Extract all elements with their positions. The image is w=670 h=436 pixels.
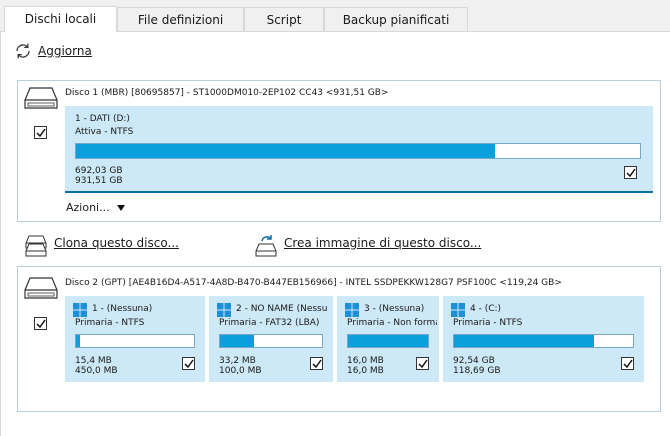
disk2-partition-4[interactable]: 4 - (C:) Primaria - NTFS 92,54 GB 118,69 GB [443, 296, 644, 382]
windows-icon [345, 302, 359, 317]
partition-title: 2 - NO NAME (Nessu [236, 304, 328, 314]
partition-total: 118,69 GB [453, 366, 501, 376]
partition-title: 1 - DATI (D:) [75, 114, 130, 124]
usage-bar [219, 334, 323, 348]
partition-subtitle: Primaria - Non forma [347, 318, 437, 328]
usage-bar-fill [454, 335, 594, 347]
partition-used: 692,03 GB [75, 166, 123, 176]
partition-subtitle: Primaria - NTFS [453, 318, 523, 328]
create-image-icon[interactable] [254, 234, 278, 258]
partition-total: 16,0 MB [347, 366, 384, 376]
clone-disk-link[interactable]: Clona questo disco... [54, 236, 179, 250]
usage-bar-fill [76, 335, 80, 347]
partition-checkbox[interactable] [182, 357, 195, 370]
disk2-checkbox[interactable] [34, 317, 47, 330]
partition-checkbox[interactable] [624, 166, 637, 179]
disk1-header: Disco 1 (MBR) [80695857] - ST1000DM010-2… [65, 88, 389, 98]
usage-bar-fill [348, 335, 428, 347]
windows-icon [73, 302, 87, 317]
partition-checkbox[interactable] [416, 357, 429, 370]
disk2-partition-3[interactable]: 3 - (Nessuna) Primaria - Non forma 16,0 MB… [337, 296, 439, 382]
partition-checkbox[interactable] [621, 357, 634, 370]
refresh-icon[interactable] [14, 42, 32, 60]
partition-title: 1 - (Nessuna) [92, 304, 153, 314]
hard-disk-icon [24, 86, 58, 110]
tab-bar: Dischi locali File definizioni Script Ba… [0, 0, 670, 32]
partition-total: 450,0 MB [75, 366, 118, 376]
create-image-link[interactable]: Crea immagine di questo disco... [284, 236, 481, 250]
tab-script[interactable]: Script [244, 7, 324, 31]
partition-underline [65, 191, 653, 193]
partition-subtitle: Primaria - NTFS [75, 318, 145, 328]
disk2-partition-1[interactable]: 1 - (Nessuna) Primaria - NTFS 15,4 MB 450,0… [65, 296, 205, 382]
partition-subtitle: Primaria - FAT32 (LBA) [219, 318, 320, 328]
usage-bar-fill [220, 335, 254, 347]
tab-dischi-locali[interactable]: Dischi locali [4, 6, 117, 32]
partition-subtitle: Attiva - NTFS [75, 127, 134, 137]
actions-menu[interactable]: Azioni... [66, 201, 126, 214]
partition-used: 16,0 MB [347, 356, 384, 366]
hard-disk-icon [24, 276, 58, 300]
partition-used: 33,2 MB [219, 356, 256, 366]
usage-bar [347, 334, 429, 348]
partition-used: 15,4 MB [75, 356, 112, 366]
partition-title: 4 - (C:) [470, 304, 502, 314]
usage-bar [75, 143, 641, 159]
disk1-partition[interactable]: 1 - DATI (D:) Attiva - NTFS 692,03 GB 93… [65, 106, 653, 191]
clone-disk-icon[interactable] [24, 234, 48, 258]
partition-used: 92,54 GB [453, 356, 495, 366]
partition-checkbox[interactable] [310, 357, 323, 370]
usage-bar [75, 334, 195, 348]
triangle-down-icon [117, 205, 126, 211]
disk2-partition-2[interactable]: 2 - NO NAME (Nessu Primaria - FAT32 (LBA)… [209, 296, 333, 382]
windows-icon [217, 302, 231, 317]
disk1-checkbox[interactable] [34, 126, 47, 139]
partition-title: 3 - (Nessuna) [364, 304, 425, 314]
refresh-link[interactable]: Aggiorna [38, 44, 92, 58]
usage-bar [453, 334, 634, 348]
usage-bar-fill [76, 144, 496, 158]
partition-total: 100,0 MB [219, 366, 262, 376]
windows-icon [451, 302, 465, 317]
tab-backup-pianificati[interactable]: Backup pianificati [324, 7, 468, 31]
disk2-header: Disco 2 (GPT) [AE4B16D4-A517-4A8D-B470-B… [65, 278, 562, 288]
partition-total: 931,51 GB [75, 176, 123, 186]
actions-label: Azioni... [66, 201, 110, 214]
tab-file-definizioni[interactable]: File definizioni [117, 7, 244, 31]
